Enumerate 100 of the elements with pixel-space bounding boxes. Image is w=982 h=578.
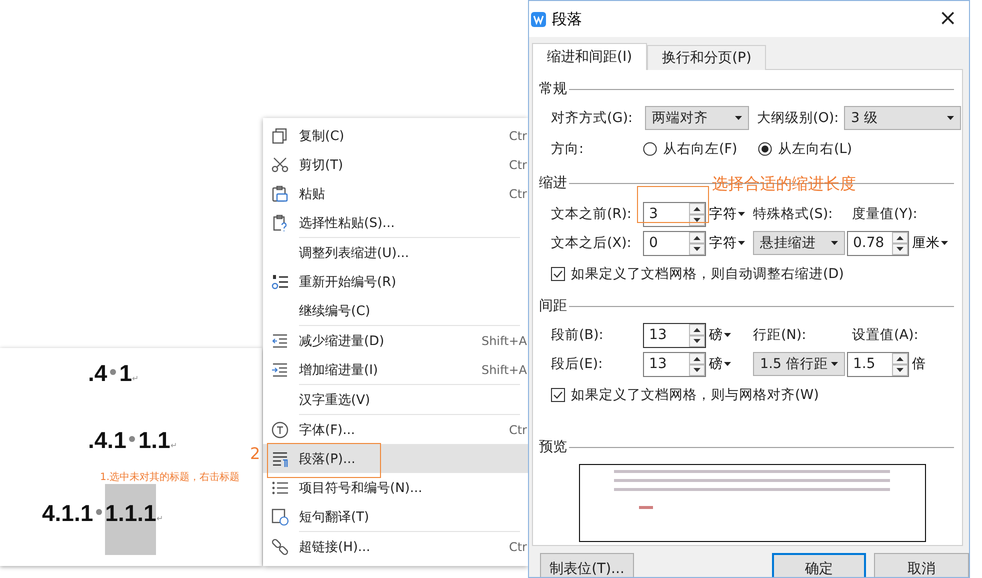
caret-icon <box>947 116 954 120</box>
number-field[interactable]: 3 <box>643 202 706 226</box>
copy-icon <box>271 126 289 144</box>
space-mark-icon <box>129 436 136 442</box>
menu-item[interactable]: 剪切(T) Ctr <box>263 150 528 179</box>
space-mark-icon <box>110 369 116 375</box>
menu-item[interactable]: 短句翻译(T) <box>263 502 528 531</box>
paragraph-icon <box>271 450 289 468</box>
checkbox-option[interactable]: 如果定义了文档网格，则自动调整右缩进(D) <box>551 265 844 283</box>
menu-item[interactable]: 粘贴 Ctr <box>263 179 528 208</box>
step-number: 2 <box>250 444 260 463</box>
menu-item[interactable]: 汉字重选(V) <box>263 385 528 414</box>
paste-special-icon <box>271 214 289 232</box>
paragraph-mark: ↵ <box>170 441 178 450</box>
field-label: 段后(E): <box>551 355 604 373</box>
heading-title: 1.1 <box>138 427 170 454</box>
space-mark-icon <box>96 509 102 515</box>
section-heading: 常规 <box>539 80 567 98</box>
shortcut-text: Shift+A <box>481 362 527 376</box>
checkbox-option[interactable]: 如果定义了文档网格，则与网格对齐(W) <box>551 386 819 404</box>
menu-item[interactable]: 段落(P)... <box>263 444 528 473</box>
shortcut-text: Ctr <box>508 540 527 554</box>
unit-label: 厘米 <box>912 234 940 252</box>
number-field[interactable]: 0.78 <box>847 230 909 256</box>
dialog-button[interactable]: 确定 <box>772 553 866 577</box>
field-label: 段前(B): <box>551 326 604 344</box>
caret-icon <box>735 116 742 120</box>
radio-option[interactable]: 从左向右(L) <box>758 140 878 158</box>
decrease-indent-icon <box>271 332 289 350</box>
close-button[interactable]: × <box>934 8 961 30</box>
number-field[interactable]: 1.5 <box>847 352 909 376</box>
field-label: 文本之后(X): <box>551 234 632 252</box>
stepper-icon[interactable] <box>689 324 705 346</box>
unit-label: 磅 <box>709 355 723 373</box>
menu-item[interactable]: 继续编号(C) <box>263 296 528 325</box>
dialog-button[interactable]: 制表位(T)... <box>540 553 634 577</box>
window-title: 段落 <box>552 10 582 28</box>
shortcut-text: Ctr <box>508 422 527 436</box>
shortcut-text: Ctr <box>508 158 527 172</box>
caret-icon <box>724 362 731 366</box>
menu-item[interactable]: 字体(F)... Ctr <box>263 415 528 444</box>
stepper-icon[interactable] <box>892 232 908 254</box>
dropdown[interactable]: 两端对齐 <box>645 106 749 130</box>
stepper-icon[interactable] <box>689 352 705 376</box>
shortcut-text: Ctr <box>508 128 527 142</box>
numbering-icon <box>271 272 289 290</box>
field-label: 设置值(A): <box>852 326 920 344</box>
radio-icon[interactable] <box>643 142 657 156</box>
heading-number: .4.1 <box>88 427 126 454</box>
unit-label: 字符 <box>709 205 737 223</box>
link-icon <box>271 538 289 556</box>
menu-item[interactable]: 增加缩进量(I) Shift+A <box>263 355 528 384</box>
font-icon <box>271 420 289 438</box>
heading-number: 4.1.1 <box>42 500 94 527</box>
number-field[interactable]: 13 <box>643 322 706 348</box>
menu-item[interactable]: 选择性粘贴(S)... <box>263 208 528 237</box>
heading-title: 1 <box>119 360 132 387</box>
caret-icon <box>724 333 731 337</box>
paragraph-mark: ↵ <box>132 374 139 383</box>
stepper-icon[interactable] <box>689 232 705 254</box>
increase-indent-icon <box>271 360 289 378</box>
menu-item[interactable]: 减少缩进量(D) Shift+A <box>263 326 528 355</box>
stepper-icon[interactable] <box>892 352 908 376</box>
menu-item[interactable]: 复制(C) Ctr <box>263 121 528 150</box>
annotation-text: 选择合适的缩进长度 <box>712 174 856 195</box>
stepper-icon[interactable] <box>689 202 705 226</box>
paragraph-mark: ↵ <box>156 514 164 523</box>
dropdown[interactable]: 3 级 <box>844 106 961 130</box>
dialog-button[interactable]: 取消 <box>874 553 969 577</box>
menu-item[interactable]: 超链接(H)... Ctr <box>263 532 528 561</box>
menu-item[interactable]: 调整列表缩进(U)... <box>263 238 528 267</box>
shortcut-text: Shift+A <box>481 334 527 348</box>
unit-label: 字符 <box>709 234 737 252</box>
number-field[interactable]: 13 <box>643 352 706 376</box>
field-label: 方向: <box>551 140 585 158</box>
field-label: 特殊格式(S): <box>753 205 834 223</box>
field-label: 行距(N): <box>753 326 808 344</box>
section-heading: 间距 <box>539 297 567 315</box>
caret-icon <box>738 241 745 245</box>
checkbox-icon[interactable] <box>551 267 565 281</box>
caret-icon <box>738 212 745 216</box>
shortcut-text: Ctr <box>508 186 527 200</box>
menu-item[interactable]: 项目符号和编号(N)... <box>263 473 528 502</box>
highlight-frame <box>637 186 709 223</box>
cut-icon <box>271 156 289 174</box>
dropdown[interactable]: 悬挂缩进 <box>753 231 845 255</box>
radio-icon[interactable] <box>758 142 772 156</box>
radio-option[interactable]: 从右向左(F) <box>643 140 758 158</box>
heading-number: .4 <box>88 360 108 387</box>
section-heading: 预览 <box>539 438 567 456</box>
tab[interactable]: 缩进和间距(I) <box>532 43 648 70</box>
number-field[interactable]: 0 <box>643 230 706 256</box>
caret-icon <box>831 241 838 245</box>
tab[interactable]: 换行和分页(P) <box>647 45 766 70</box>
field-label: 大纲级别(O): <box>756 109 840 127</box>
checkbox-icon[interactable] <box>551 388 565 402</box>
menu-item[interactable]: 重新开始编号(R) <box>263 267 528 296</box>
heading-title: 1.1.1 <box>105 484 156 555</box>
translate-icon <box>271 508 289 526</box>
dropdown[interactable]: 1.5 倍行距 <box>753 352 845 376</box>
